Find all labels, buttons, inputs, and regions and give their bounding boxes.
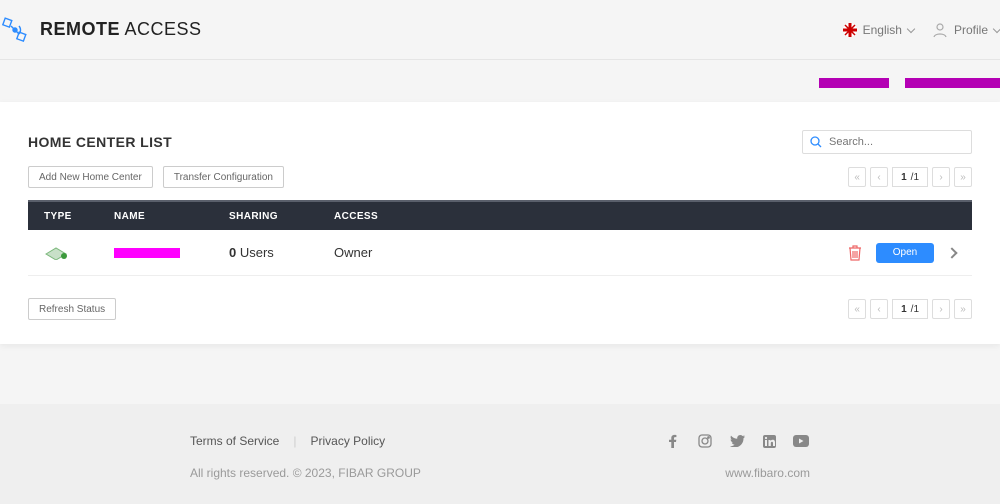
col-access: ACCESS (334, 211, 424, 222)
sharing-cell: 0 Users (229, 245, 334, 260)
facebook-icon[interactable] (664, 432, 682, 450)
page-first-button[interactable]: « (848, 167, 866, 187)
site-link[interactable]: www.fibaro.com (725, 466, 810, 480)
table-row: 0 Users Owner Open (28, 230, 972, 276)
footer: Terms of Service | Privacy Policy All ri… (0, 404, 1000, 504)
profile-menu[interactable]: Profile (932, 22, 1000, 38)
search-input[interactable] (802, 130, 972, 154)
chevron-down-icon (993, 24, 1000, 32)
privacy-link[interactable]: Privacy Policy (310, 434, 385, 448)
brand: REMOTE ACCESS (0, 15, 202, 45)
language-selector[interactable]: English (843, 23, 914, 37)
home-center-card: HOME CENTER LIST Add New Home Center Tra… (0, 102, 1000, 344)
pagination-top: « ‹ 1 / 1 › » (848, 167, 972, 187)
page-prev-button[interactable]: ‹ (870, 299, 888, 319)
open-button[interactable]: Open (876, 243, 934, 263)
satellite-logo-icon (0, 15, 30, 45)
language-label: English (863, 23, 902, 37)
col-name: NAME (114, 211, 229, 222)
brand-title: REMOTE ACCESS (40, 19, 202, 40)
trash-icon[interactable] (848, 245, 862, 261)
header: REMOTE ACCESS English Profile (0, 0, 1000, 60)
chevron-down-icon (907, 24, 915, 32)
redacted-text (819, 78, 889, 88)
linkedin-icon[interactable] (760, 432, 778, 450)
table-header: TYPE NAME SHARING ACCESS (28, 202, 972, 230)
access-cell: Owner (334, 245, 424, 260)
refresh-status-button[interactable]: Refresh Status (28, 298, 116, 320)
page-indicator: 1 / 1 (892, 167, 928, 187)
col-type: TYPE (44, 211, 114, 222)
search-icon (810, 136, 822, 148)
transfer-config-button[interactable]: Transfer Configuration (163, 166, 284, 188)
instagram-icon[interactable] (696, 432, 714, 450)
copyright-text: All rights reserved. © 2023, FIBAR GROUP (190, 466, 421, 480)
chevron-right-icon[interactable] (946, 247, 957, 258)
redacted-text (905, 78, 1000, 88)
page-prev-button[interactable]: ‹ (870, 167, 888, 187)
add-home-center-button[interactable]: Add New Home Center (28, 166, 153, 188)
flag-uk-icon (843, 23, 857, 37)
terms-link[interactable]: Terms of Service (190, 434, 279, 448)
breadcrumb-area (0, 78, 1000, 88)
page-last-button[interactable]: » (954, 167, 972, 187)
youtube-icon[interactable] (792, 432, 810, 450)
page-next-button[interactable]: › (932, 299, 950, 319)
page-next-button[interactable]: › (932, 167, 950, 187)
profile-label: Profile (954, 23, 988, 37)
page-last-button[interactable]: » (954, 299, 972, 319)
device-icon (44, 242, 68, 260)
redacted-name (114, 248, 180, 258)
page-first-button[interactable]: « (848, 299, 866, 319)
pagination-bottom: « ‹ 1 / 1 › » (848, 299, 972, 319)
col-sharing: SHARING (229, 211, 334, 222)
user-icon (932, 22, 948, 38)
page-indicator: 1 / 1 (892, 299, 928, 319)
twitter-icon[interactable] (728, 432, 746, 450)
page-title: HOME CENTER LIST (28, 134, 172, 150)
